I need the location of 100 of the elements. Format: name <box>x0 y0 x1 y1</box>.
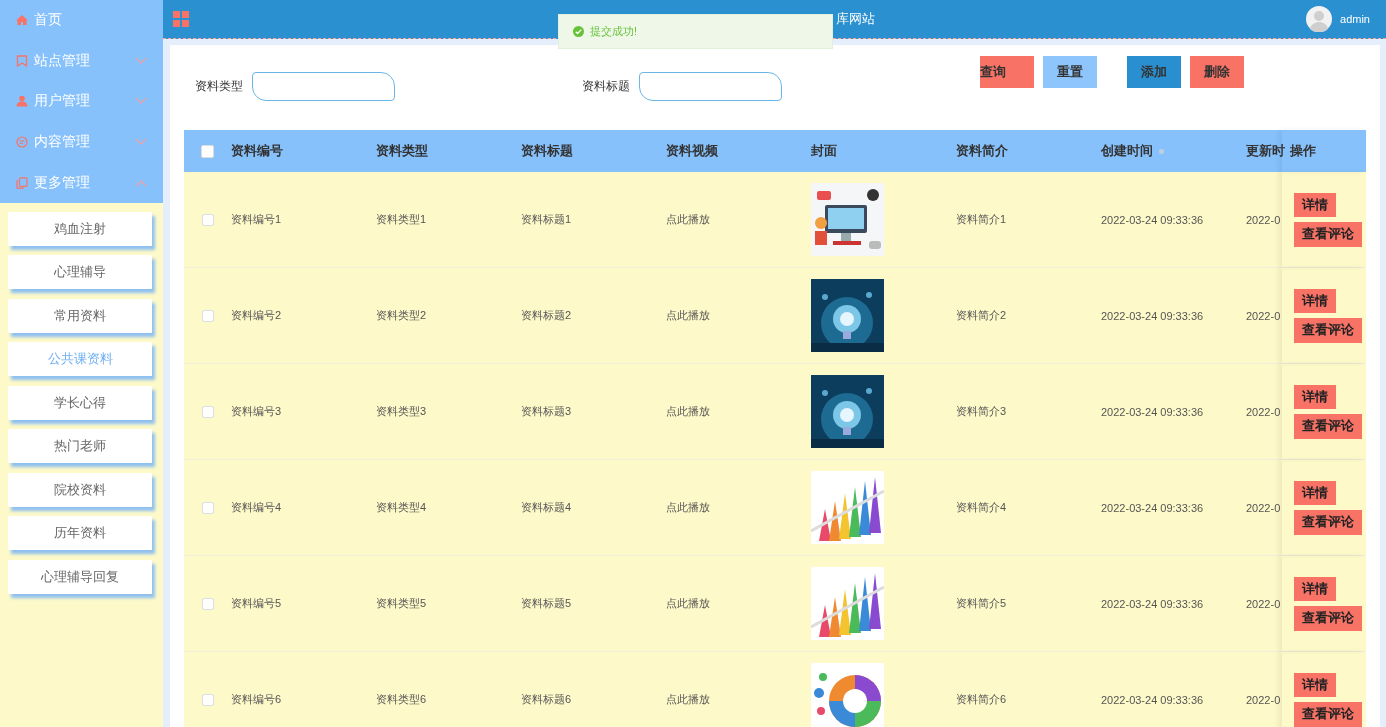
table-cell: 2022-0 <box>1246 501 1282 514</box>
details-button[interactable]: 详情 <box>1294 192 1336 217</box>
table-cell-text: 2022-03-24 09:33:36 <box>1101 693 1205 706</box>
input-field[interactable] <box>252 71 395 101</box>
table-cell-text: 资料简介4 <box>956 500 1008 515</box>
check-circle-icon <box>573 26 584 37</box>
details-button[interactable]: 详情 <box>1294 288 1336 313</box>
bookmark-icon <box>16 54 28 67</box>
table-cell-text: 2022-03-24 09:33:36 <box>1101 405 1205 418</box>
table-cell-text: 资料简介6 <box>956 692 1008 707</box>
table-cell-text: 资料简介3 <box>956 404 1008 419</box>
reset-button[interactable]: 重置 <box>1043 56 1097 88</box>
search-button[interactable]: 查询 <box>980 56 1034 88</box>
table-cell-text: 资料编号4 <box>231 500 283 515</box>
table-cell-text: 资料编号2 <box>231 308 283 323</box>
table-cell-text: 资料标题2 <box>521 308 573 323</box>
submenu-item[interactable]: 学长心得 <box>8 385 152 420</box>
menu-label: 更多管理 <box>34 173 91 192</box>
table-cell-text: 资料类型5 <box>376 596 428 611</box>
table-cell-text: 资料简介2 <box>956 308 1008 323</box>
play-link[interactable]: 点此播放 <box>666 213 710 225</box>
submenu-item[interactable]: 热门老师 <box>8 429 152 464</box>
avatar-icon <box>1306 6 1333 32</box>
checkbox[interactable] <box>201 144 214 158</box>
table-cell-text: 资料标题5 <box>521 596 573 611</box>
table-cell-text: 资料类型2 <box>376 308 428 323</box>
comments-button[interactable]: 查看评论 <box>1294 221 1362 247</box>
site-title: 库网站 <box>835 10 876 28</box>
comments-button[interactable]: 查看评论 <box>1294 317 1362 343</box>
column-header: 资料简介 <box>956 142 1009 160</box>
table-cell-text: 2022-03-24 09:33:36 <box>1101 213 1205 226</box>
comments-button[interactable]: 查看评论 <box>1294 509 1362 535</box>
table-cell: 2022-0 <box>1246 309 1282 322</box>
table-cell-text: 2022-03-24 09:33:36 <box>1101 597 1205 610</box>
submenu-item[interactable]: 鸡血注射 <box>8 211 152 246</box>
table-cell-text: 2022-03-24 09:33:36 <box>1101 501 1205 514</box>
checkbox[interactable] <box>201 213 214 226</box>
table-cell-text: 资料类型1 <box>376 212 428 227</box>
play-link[interactable]: 点此播放 <box>666 597 710 609</box>
toast-message: 提交成功! <box>590 24 638 39</box>
table-cell-text: 资料编号6 <box>231 692 283 707</box>
copy-icon <box>16 176 28 189</box>
table-cell-text: 资料类型4 <box>376 500 428 515</box>
details-button[interactable]: 详情 <box>1294 384 1336 409</box>
column-header: 资料编号 <box>231 142 284 160</box>
play-link[interactable]: 点此播放 <box>666 693 710 705</box>
chat-icon <box>16 136 28 149</box>
grid-icon[interactable] <box>173 11 189 27</box>
checkbox[interactable] <box>201 693 214 706</box>
table-cell-text: 资料标题1 <box>521 212 573 227</box>
submenu-item[interactable]: 常用资料 <box>8 298 152 333</box>
checkbox[interactable] <box>201 501 214 514</box>
column-header: 封面 <box>811 142 838 160</box>
column-header: 资料类型 <box>376 142 429 160</box>
table-cell: 2022-0 <box>1246 213 1282 226</box>
submenu-item[interactable]: 心理辅导回复 <box>8 559 152 594</box>
table-cell: 2022-0 <box>1246 693 1282 706</box>
comments-button[interactable]: 查看评论 <box>1294 605 1362 631</box>
column-header[interactable]: 创建时间 <box>1101 142 1153 160</box>
checkbox[interactable] <box>201 405 214 418</box>
table-cell-text: 2022-03-24 09:33:36 <box>1101 309 1205 322</box>
play-link[interactable]: 点此播放 <box>666 309 710 321</box>
sort-icon[interactable] <box>1159 148 1164 154</box>
table-cell-text: 资料类型6 <box>376 692 428 707</box>
submenu-item[interactable]: 院校资料 <box>8 472 152 507</box>
table-cell-text: 资料简介5 <box>956 596 1008 611</box>
input-field[interactable] <box>639 71 782 101</box>
field-label: 资料标题 <box>582 77 630 95</box>
add-button[interactable]: 添加 <box>1127 56 1181 88</box>
checkbox[interactable] <box>201 309 214 322</box>
play-link[interactable]: 点此播放 <box>666 405 710 417</box>
column-header: 资料标题 <box>521 142 574 160</box>
table-cell-text: 资料标题4 <box>521 500 573 515</box>
home-icon <box>16 14 28 27</box>
menu-label: 首页 <box>34 11 63 30</box>
table-cell-text: 资料标题3 <box>521 404 573 419</box>
details-button[interactable]: 详情 <box>1294 576 1336 601</box>
table-cell-text: 资料编号3 <box>231 404 283 419</box>
play-link[interactable]: 点此播放 <box>666 501 710 513</box>
menu-label: 内容管理 <box>34 133 91 152</box>
table-cell-text: 资料编号1 <box>231 212 283 227</box>
person-icon <box>16 95 28 108</box>
table-cell-text: 资料类型3 <box>376 404 428 419</box>
column-header: 资料视频 <box>666 142 719 160</box>
table-cell-text: 资料简介1 <box>956 212 1008 227</box>
table-cell-text: 资料标题6 <box>521 692 573 707</box>
field-label: 资料类型 <box>195 77 243 95</box>
details-button[interactable]: 详情 <box>1294 672 1336 697</box>
menu-label: 用户管理 <box>34 92 91 111</box>
user-name: admin <box>1340 13 1370 25</box>
submenu-item[interactable]: 心理辅导 <box>8 255 152 290</box>
checkbox[interactable] <box>201 597 214 610</box>
table-cell: 2022-0 <box>1246 405 1282 418</box>
comments-button[interactable]: 查看评论 <box>1294 413 1362 439</box>
table-cell-text: 资料编号5 <box>231 596 283 611</box>
comments-button[interactable]: 查看评论 <box>1294 701 1362 727</box>
details-button[interactable]: 详情 <box>1294 480 1336 505</box>
delete-button[interactable]: 删除 <box>1190 56 1244 88</box>
submenu-item[interactable]: 历年资料 <box>8 516 152 551</box>
menu-label: 站点管理 <box>34 51 91 70</box>
